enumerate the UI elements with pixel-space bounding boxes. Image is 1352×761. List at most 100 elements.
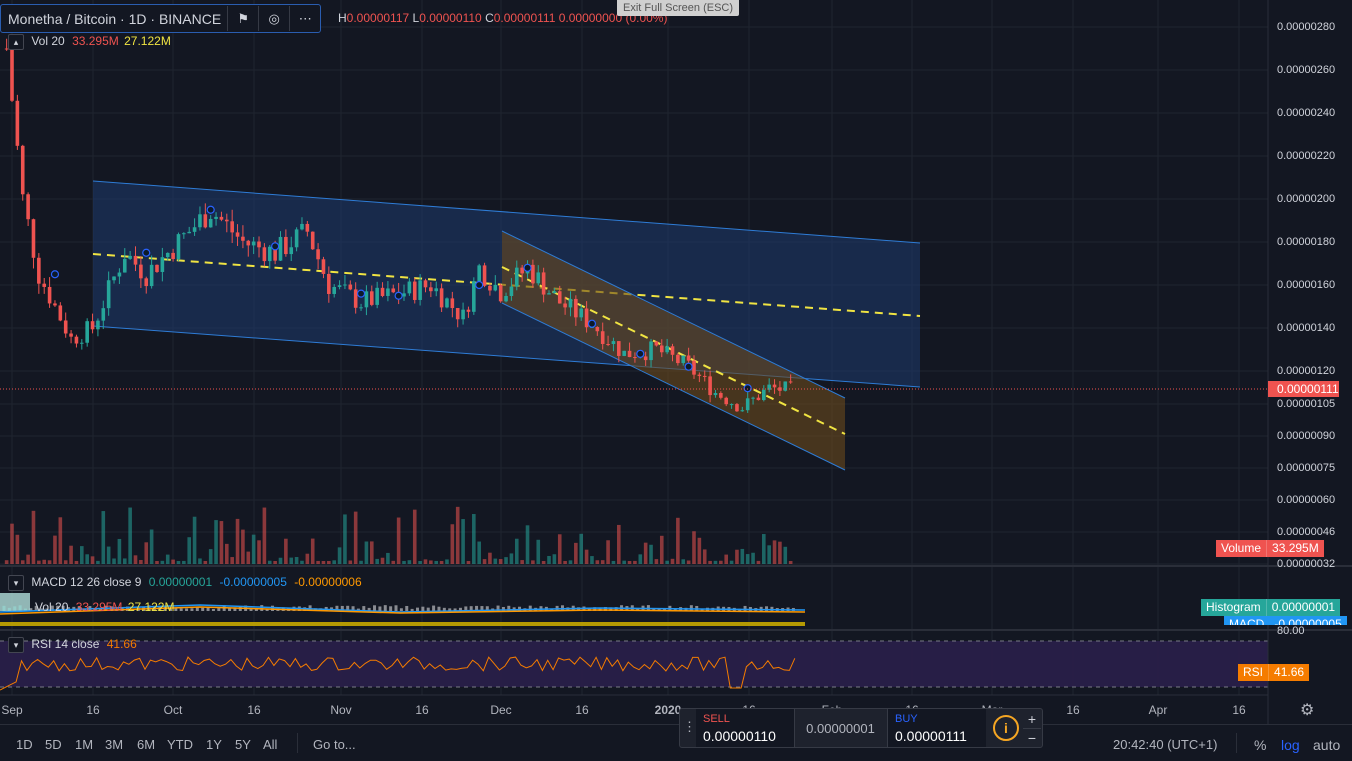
price-tick: 0.00000105 xyxy=(1277,398,1336,410)
info-icon[interactable]: i xyxy=(993,715,1019,741)
candle-body xyxy=(316,249,320,260)
candle-body xyxy=(80,342,84,344)
volume-bar xyxy=(289,557,294,564)
candle-body xyxy=(37,257,41,284)
candle-body xyxy=(364,291,369,308)
volume-bar xyxy=(10,523,14,564)
volume-bar xyxy=(332,560,336,564)
range-button-ytd[interactable]: YTD xyxy=(167,737,193,752)
gear-icon[interactable]: ⚙ xyxy=(1300,700,1314,720)
candle-body xyxy=(670,346,675,355)
candle-body xyxy=(386,288,390,296)
eye-icon[interactable]: ◎ xyxy=(258,6,289,31)
price-tick: 0.00000032 xyxy=(1277,558,1336,570)
flag-icon[interactable]: ⚑ xyxy=(227,6,258,31)
candle-body xyxy=(778,387,782,391)
plus-icon[interactable]: + xyxy=(1023,710,1041,728)
volume-bar xyxy=(90,556,95,564)
volume-bar xyxy=(353,511,358,564)
event-marker-icon xyxy=(271,242,280,251)
volume-bar xyxy=(375,558,379,564)
macd-histogram-bar xyxy=(185,608,189,611)
candle-body xyxy=(466,309,471,312)
auto-scale-toggle[interactable]: auto xyxy=(1313,737,1340,753)
range-button-1y[interactable]: 1Y xyxy=(206,737,222,752)
candle-body xyxy=(643,356,648,361)
volume-bar xyxy=(488,552,492,564)
volume-bar xyxy=(15,534,20,564)
range-button-5d[interactable]: 5D xyxy=(45,737,62,752)
chevron-down-icon[interactable]: ▾ xyxy=(8,637,24,653)
candle-body xyxy=(600,331,605,344)
clock[interactable]: 20:42:40 (UTC+1) xyxy=(1113,737,1217,752)
volume-bar xyxy=(300,560,304,564)
rsi-level-tick: 80.00 xyxy=(1277,625,1305,637)
volume-bar xyxy=(477,541,481,564)
exit-fullscreen-button[interactable]: Exit Full Screen (ESC) xyxy=(617,0,740,16)
volume-bar xyxy=(122,558,127,564)
volume-bar xyxy=(133,555,138,564)
range-button-all[interactable]: All xyxy=(263,737,277,752)
candle-body xyxy=(563,303,567,308)
buy-button[interactable]: BUY 0.00000111 xyxy=(887,709,986,747)
time-tick: 2020 xyxy=(654,703,682,717)
volume-bar xyxy=(74,560,79,564)
volume-bar xyxy=(149,529,154,564)
volume-bar xyxy=(112,558,116,564)
sell-button[interactable]: SELL 0.00000110 xyxy=(696,709,795,747)
macd-legend: ▾ MACD 12 26 close 9 0.00000001 -0.00000… xyxy=(8,575,362,591)
volume-bar xyxy=(740,548,745,564)
volume-bar xyxy=(192,516,197,564)
macd-histogram-bar xyxy=(415,607,419,611)
volume-bar xyxy=(278,557,283,564)
macd-histogram-bar xyxy=(195,607,199,611)
volume-bar xyxy=(321,560,326,564)
range-button-1d[interactable]: 1D xyxy=(16,737,33,752)
candle-body xyxy=(391,288,396,293)
candle-body xyxy=(305,223,310,232)
candle-body xyxy=(101,308,106,321)
candle-body xyxy=(310,231,315,250)
candle-body xyxy=(117,272,122,277)
range-button-1m[interactable]: 1M xyxy=(75,737,93,752)
candle-body xyxy=(450,298,455,309)
macd-histogram-bar xyxy=(201,607,205,611)
goto-date-button[interactable]: Go to... xyxy=(313,737,356,752)
volume-bar xyxy=(251,534,256,564)
candle-body xyxy=(160,257,165,272)
candle-body xyxy=(230,221,234,233)
candle-body xyxy=(547,293,551,295)
candle-body xyxy=(702,375,707,377)
candle-body xyxy=(541,272,546,295)
chart-canvas[interactable] xyxy=(0,0,1352,760)
candle-body xyxy=(756,397,761,401)
candle-body xyxy=(359,307,363,309)
chevron-up-icon[interactable]: ▴ xyxy=(8,34,24,50)
candle-body xyxy=(375,287,379,305)
volume-bar xyxy=(713,560,718,564)
volume-bar xyxy=(337,547,342,564)
volume-bar xyxy=(724,554,729,564)
symbol-title[interactable]: Monetha / Bitcoin · 1D · BINANCE xyxy=(1,11,227,27)
range-button-6m[interactable]: 6M xyxy=(137,737,155,752)
percent-scale-toggle[interactable]: % xyxy=(1254,737,1266,753)
range-button-3m[interactable]: 3M xyxy=(105,737,123,752)
volume-bar xyxy=(638,554,643,564)
volume-bar xyxy=(649,544,653,564)
candle-body xyxy=(676,354,680,364)
candle-body xyxy=(219,216,224,220)
volume-bar xyxy=(665,560,669,564)
volume-bar xyxy=(219,521,224,564)
candle-body xyxy=(659,345,664,353)
range-button-5y[interactable]: 5Y xyxy=(235,737,251,752)
chevron-down-icon[interactable]: ▾ xyxy=(8,575,24,591)
candle-body xyxy=(187,231,192,234)
volume-bar xyxy=(531,560,535,564)
log-scale-toggle[interactable]: log xyxy=(1281,737,1300,753)
volume-bar xyxy=(117,538,122,564)
candle-body xyxy=(257,241,261,248)
more-options-icon[interactable]: ⋯ xyxy=(289,6,320,31)
price-tick: 0.00000060 xyxy=(1277,494,1336,506)
minus-icon[interactable]: − xyxy=(1023,728,1041,747)
candle-body xyxy=(235,232,240,237)
